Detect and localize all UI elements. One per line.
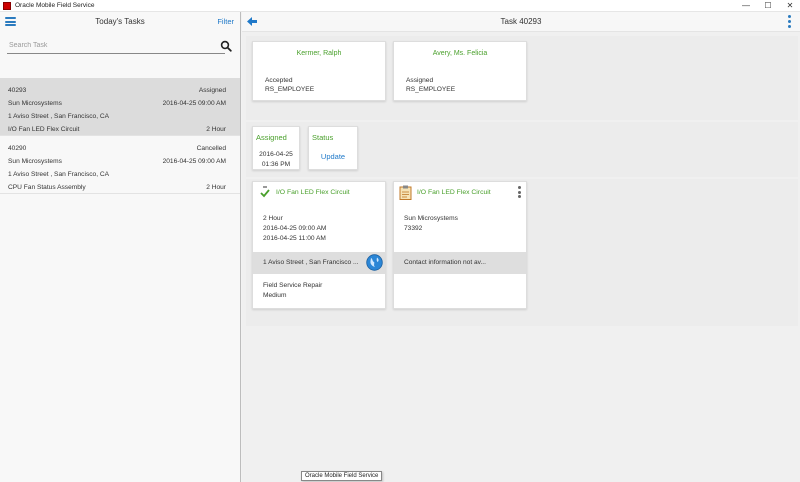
app-icon	[3, 1, 11, 10]
status-label: Status	[312, 133, 334, 142]
clipboard-icon	[399, 185, 412, 200]
window-title: Oracle Mobile Field Service	[15, 2, 95, 9]
task-datetime: 2016-04-25 09:00 AM	[162, 158, 226, 165]
task-address-row[interactable]: 1 Aviso Street , San Francisco ...	[253, 252, 385, 274]
task-list-item[interactable]: 40293 Assigned Sun Microsystems 2016-04-25…	[0, 78, 240, 136]
contact-role: RS_EMPLOYEE	[406, 86, 456, 93]
task-id: 40293	[8, 87, 27, 94]
task-list-title: Today's Tasks	[95, 17, 145, 26]
assigned-card: Assigned 2016-04-25 01:36 PM	[252, 126, 300, 170]
task-id: 40290	[8, 145, 27, 152]
window-controls: — ☐ ✕	[740, 0, 796, 12]
customer-company: Sun Microsystems	[404, 215, 458, 222]
task-detail-title: Task 40293	[500, 17, 542, 26]
contact-role: RS_EMPLOYEE	[265, 86, 315, 93]
task-product: CPU Fan Status Assembly	[8, 184, 86, 191]
task-type: Field Service Repair	[263, 282, 323, 289]
checkmark-icon	[260, 186, 270, 198]
task-duration: 2 Hour	[206, 126, 226, 133]
minimize-button[interactable]: —	[740, 0, 752, 12]
search-icon[interactable]	[220, 40, 232, 52]
task-start: 2016-04-25 09:00 AM	[263, 225, 327, 232]
customer-contact-row[interactable]: Contact information not av...	[394, 252, 526, 274]
task-duration: 2 Hour	[206, 184, 226, 191]
status-card: Status Update	[308, 126, 358, 170]
maximize-button[interactable]: ☐	[762, 0, 774, 12]
customer-info-card: I/O Fan LED Flex Circuit Sun Microsystem…	[393, 181, 527, 309]
filter-button[interactable]: Filter	[217, 17, 234, 26]
task-duration: 2 Hour	[263, 215, 283, 222]
task-status: Assigned	[198, 87, 226, 94]
contact-name: Kermer, Ralph	[296, 50, 342, 57]
task-product: I/O Fan LED Flex Circuit	[8, 126, 80, 133]
task-company: Sun Microsystems	[8, 100, 62, 107]
assigned-time: 01:36 PM	[261, 161, 291, 168]
globe-icon[interactable]	[366, 254, 383, 271]
task-priority: Medium	[263, 292, 287, 299]
task-info-card: I/O Fan LED Flex Circuit 2 Hour 2016-04-…	[252, 181, 386, 309]
task-detail-header: Task 40293	[242, 12, 800, 32]
customer-contact: Contact information not av...	[404, 259, 486, 266]
status-section: Assigned 2016-04-25 01:36 PM Status Upda…	[246, 122, 798, 177]
contact-card[interactable]: Avery, Ms. Felicia Assigned RS_EMPLOYEE	[393, 41, 527, 101]
kebab-menu-icon[interactable]	[788, 15, 792, 28]
task-detail-pane: Task 40293 Kermer, Ralph Accepted RS_EMP…	[242, 12, 800, 482]
task-end: 2016-04-25 11:00 AM	[263, 235, 326, 242]
task-address: 1 Aviso Street , San Francisco, CA	[8, 171, 110, 178]
task-address: 1 Aviso Street , San Francisco, CA	[8, 113, 110, 120]
assigned-date: 2016-04-25	[259, 151, 293, 158]
task-address: 1 Aviso Street , San Francisco ...	[263, 259, 359, 266]
task-list-header: Today's Tasks Filter	[0, 12, 240, 32]
search-box	[7, 40, 232, 54]
details-section: I/O Fan LED Flex Circuit 2 Hour 2016-04-…	[246, 179, 798, 326]
window-titlebar: Oracle Mobile Field Service — ☐ ✕	[0, 0, 800, 12]
contact-status: Assigned	[406, 77, 434, 84]
search-input[interactable]	[7, 40, 212, 51]
task-info-title: I/O Fan LED Flex Circuit	[276, 189, 350, 196]
update-status-button[interactable]: Update	[309, 152, 357, 161]
customer-info-header: I/O Fan LED Flex Circuit	[394, 182, 526, 204]
contact-name: Avery, Ms. Felicia	[432, 50, 488, 57]
task-list-pane: Today's Tasks Filter 40293 Assigned Sun M…	[0, 12, 241, 482]
contact-status: Accepted	[265, 77, 293, 84]
contacts-section: Kermer, Ralph Accepted RS_EMPLOYEE Avery…	[246, 36, 798, 120]
customer-number: 73392	[404, 225, 423, 232]
more-vertical-icon[interactable]	[518, 186, 521, 198]
taskbar-tooltip: Oracle Mobile Field Service	[301, 471, 383, 481]
task-status: Cancelled	[196, 145, 226, 152]
contact-card[interactable]: Kermer, Ralph Accepted RS_EMPLOYEE	[252, 41, 386, 101]
task-list: 40293 Assigned Sun Microsystems 2016-04-25…	[0, 78, 240, 194]
customer-info-title: I/O Fan LED Flex Circuit	[417, 189, 491, 196]
task-info-header: I/O Fan LED Flex Circuit	[253, 182, 385, 204]
task-list-item[interactable]: 40290 Cancelled Sun Microsystems 2016-04-2…	[0, 136, 240, 194]
close-button[interactable]: ✕	[784, 0, 796, 12]
task-datetime: 2016-04-25 09:00 AM	[162, 100, 226, 107]
task-company: Sun Microsystems	[8, 158, 62, 165]
assigned-label: Assigned	[256, 133, 287, 142]
